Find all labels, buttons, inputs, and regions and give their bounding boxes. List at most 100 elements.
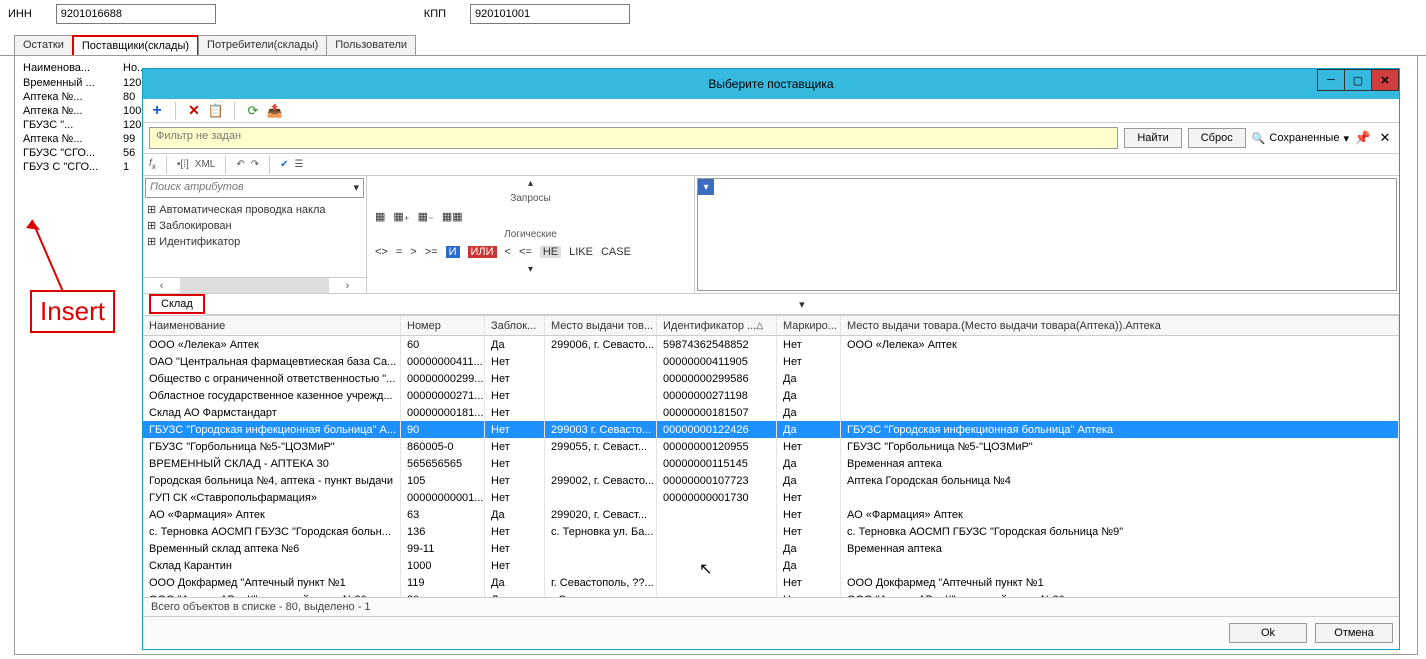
cell-mark: Да (777, 370, 841, 387)
op-eq[interactable]: = (396, 246, 402, 258)
cell-id: 00000000299586 (657, 370, 777, 387)
cancel-button[interactable]: Отмена (1315, 623, 1393, 643)
tab-postavshiki[interactable]: Поставщики(склады) (72, 35, 199, 56)
op-case[interactable]: CASE (601, 246, 631, 258)
table-row[interactable]: ГБУЗС "Городская инфекционная больница" … (143, 421, 1399, 438)
cell-apt: Временная аптека (841, 540, 1399, 557)
export-icon[interactable]: 📤 (267, 103, 283, 119)
expand-icon[interactable]: ▾ (367, 262, 694, 277)
expand-down-icon[interactable]: ▾ (799, 298, 805, 311)
window-maximize-button[interactable]: ▢ (1344, 69, 1372, 91)
grid-body[interactable]: ООО «Лелека» Аптек60Да299006, г. Севасто… (143, 336, 1399, 597)
tab-polzovateli[interactable]: Пользователи (326, 35, 416, 56)
table-row[interactable]: ГБУЗС "Горбольница №5-"ЦОЗМиР"860005-0Не… (143, 438, 1399, 455)
inn-input[interactable] (56, 4, 216, 24)
reset-button[interactable]: Сброс (1188, 128, 1246, 148)
cell-blk: Да (485, 591, 545, 597)
op-gte[interactable]: >= (425, 246, 438, 258)
q-icon[interactable]: ▦▦ (442, 210, 463, 223)
table-row[interactable]: ГУП СК «Ставропольфармация»00000000001..… (143, 489, 1399, 506)
attribute-search-input[interactable]: Поиск атрибутов (145, 178, 364, 198)
q-icon[interactable]: ▦₊ (393, 210, 409, 223)
table-row[interactable]: ООО Докфармед "Аптечный пункт №1119Даг. … (143, 574, 1399, 591)
saved-filters-dropdown[interactable]: 🔍 Сохраненные ▾ (1252, 132, 1349, 145)
separator (175, 102, 176, 120)
table-row[interactable]: Городская больница №4, аптека - пункт вы… (143, 472, 1399, 489)
ok-button[interactable]: Ok (1229, 623, 1307, 643)
xml-icon[interactable]: XML (195, 159, 216, 170)
cell-id: 00000000107723 (657, 472, 777, 489)
op-ne[interactable]: НЕ (540, 246, 561, 258)
cell-num: 00000000181... (401, 404, 485, 421)
q-icon[interactable]: ▦ (375, 210, 385, 223)
window-minimize-button[interactable]: ─ (1317, 69, 1345, 91)
cell-blk: Нет (485, 404, 545, 421)
table-row[interactable]: ОАО "Центральная фармацевтиеская база Са… (143, 353, 1399, 370)
col-mark[interactable]: Маркиро... (777, 316, 841, 335)
col-location[interactable]: Место выдачи тов... (545, 316, 657, 335)
tab-sklad[interactable]: Склад (149, 294, 205, 314)
tree-item[interactable]: ⊞ Заблокирован (147, 218, 362, 234)
op-and[interactable]: И (446, 246, 460, 258)
table-row[interactable]: Областное государственное казенное учреж… (143, 387, 1399, 404)
op-like[interactable]: LIKE (569, 246, 593, 258)
table-row[interactable]: Общество с ограниченной ответственностью… (143, 370, 1399, 387)
op-lt[interactable]: < (505, 246, 511, 258)
cell-mark: Да (777, 455, 841, 472)
op-gt[interactable]: > (410, 246, 416, 258)
tab-potrebiteli[interactable]: Потребители(склады) (198, 35, 327, 56)
cell-apt (841, 489, 1399, 506)
tree-scrollbar[interactable]: ‹› (143, 277, 366, 293)
q-icon[interactable]: ▦₋ (418, 210, 434, 223)
check-icon[interactable]: ✔ (280, 159, 288, 170)
close-panel-icon[interactable]: ✕ (1377, 130, 1393, 146)
window-close-button[interactable]: ✕ (1371, 69, 1399, 91)
table-row[interactable]: АО «Фармация» Аптек63Да299020, г. Севаст… (143, 506, 1399, 523)
op-lte[interactable]: <= (519, 246, 532, 258)
table-row[interactable]: Временный склад аптека №699-11НетДаВреме… (143, 540, 1399, 557)
col-blocked[interactable]: Заблок... (485, 316, 545, 335)
op-neq[interactable]: <> (375, 246, 388, 258)
expression-dropdown-icon[interactable]: ▾ (698, 179, 714, 195)
kpp-input[interactable] (470, 4, 630, 24)
redo-icon[interactable]: ↷ (251, 159, 259, 170)
undo-icon[interactable]: ↶ (236, 159, 244, 170)
attribute-tree[interactable]: ⊞ Автоматическая проводка накла ⊞ Заблок… (143, 200, 366, 277)
delete-icon[interactable]: ✕ (186, 103, 202, 119)
expression-panel[interactable]: ▾ (697, 178, 1397, 291)
col-pharmacy[interactable]: Место выдачи товара.(Место выдачи товара… (841, 316, 1399, 335)
cell-name: ООО "Аптека АВ и К" аптечный пункт №20 (143, 591, 401, 597)
table-row[interactable]: с. Терновка АОСМП ГБУЗС "Городская больн… (143, 523, 1399, 540)
brackets-icon[interactable]: •[⁞] (177, 159, 189, 170)
tree-item[interactable]: ⊞ Автоматическая проводка накла (147, 202, 362, 218)
cell-id (657, 506, 777, 523)
add-icon[interactable]: + (149, 103, 165, 119)
table-row[interactable]: ООО "Аптека АВ и К" аптечный пункт №2020… (143, 591, 1399, 597)
bg-col-name[interactable]: Наименова... (23, 62, 115, 74)
op-or[interactable]: ИЛИ (468, 246, 497, 258)
refresh-icon[interactable]: ⟳ (245, 103, 261, 119)
formula-toolbar: fx •[⁞] XML ↶ ↷ ✔ ☰ (143, 154, 1399, 176)
col-name[interactable]: Наименование (143, 316, 401, 335)
cell-apt: АО «Фармация» Аптек (841, 506, 1399, 523)
cell-blk: Нет (485, 455, 545, 472)
fx-icon[interactable]: fx (149, 158, 156, 171)
tree-item[interactable]: ⊞ Идентификатор (147, 234, 362, 250)
list-icon[interactable]: ☰ (295, 159, 304, 170)
find-button[interactable]: Найти (1124, 128, 1181, 148)
tab-ostatki[interactable]: Остатки (14, 35, 73, 56)
filter-input[interactable]: Фильтр не задан (149, 127, 1118, 149)
collapse-icon[interactable]: ▴ (367, 176, 694, 191)
pin-icon[interactable]: 📌 (1355, 130, 1371, 146)
cell-id: 00000000181507 (657, 404, 777, 421)
cell-name: ОАО "Центральная фармацевтиеская база Са… (143, 353, 401, 370)
col-identifier[interactable]: Идентификатор ... (657, 316, 777, 335)
table-row[interactable]: Склад АО Фармстандарт00000000181...Нет00… (143, 404, 1399, 421)
table-row[interactable]: Склад Карантин1000НетДа (143, 557, 1399, 574)
col-number[interactable]: Номер (401, 316, 485, 335)
copy-icon[interactable]: 📋 (208, 103, 224, 119)
select-supplier-dialog: Выберите поставщика ─ ▢ ✕ + ✕ 📋 ⟳ 📤 Филь… (142, 68, 1400, 650)
cell-mark: Нет (777, 336, 841, 353)
table-row[interactable]: ООО «Лелека» Аптек60Да299006, г. Севасто… (143, 336, 1399, 353)
table-row[interactable]: ВРЕМЕННЫЙ СКЛАД - АПТЕКА 30565656565Нет0… (143, 455, 1399, 472)
